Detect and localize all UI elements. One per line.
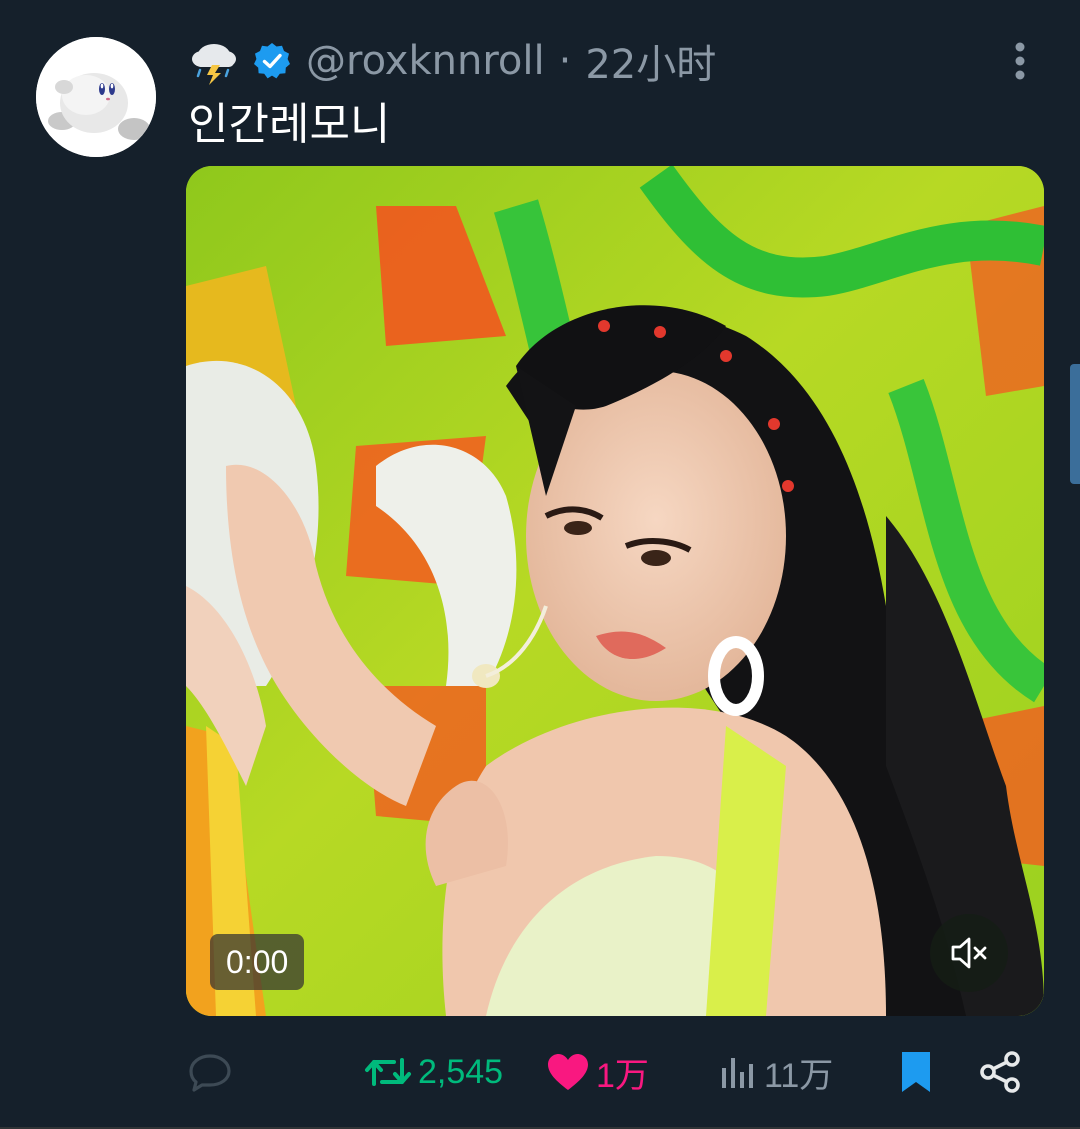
- tweet-text: 인간레모니: [188, 99, 391, 150]
- heart-icon: [548, 1054, 588, 1090]
- tweet[interactable]: @roxknnroll · 22小时 인간레모니 0:00 2,545 1万 1…: [0, 0, 1080, 1129]
- like-count: 1万: [596, 1056, 649, 1095]
- tweet-timestamp[interactable]: 22小时: [585, 32, 716, 90]
- reply-button[interactable]: [188, 1042, 238, 1102]
- bookmark-button[interactable]: [898, 1042, 934, 1102]
- tweet-actions: 2,545 1万 11万: [0, 1042, 1080, 1102]
- views-chart-icon: [722, 1058, 753, 1088]
- user-handle[interactable]: @roxknnroll: [306, 38, 545, 84]
- video-player[interactable]: 0:00: [186, 166, 1044, 1016]
- verified-badge-icon: [252, 41, 292, 81]
- views-button[interactable]: 11万: [718, 1042, 833, 1102]
- tweet-header: @roxknnroll · 22小时: [188, 36, 716, 88]
- retweet-icon: [365, 1058, 411, 1086]
- video-frame-image: [186, 166, 1044, 1016]
- views-count: 11万: [764, 1056, 834, 1095]
- scrollbar-thumb[interactable]: [1070, 364, 1080, 484]
- retweet-button[interactable]: 2,545: [364, 1042, 503, 1102]
- more-options-icon[interactable]: [1006, 40, 1034, 82]
- avatar[interactable]: [36, 37, 156, 157]
- speaker-muted-icon: [951, 937, 987, 969]
- mute-toggle-button[interactable]: [930, 914, 1008, 992]
- share-icon: [980, 1051, 1020, 1093]
- storm-cloud-icon: [188, 37, 240, 85]
- reply-icon: [189, 1054, 231, 1092]
- share-button[interactable]: [978, 1042, 1022, 1102]
- video-timestamp: 0:00: [210, 934, 305, 990]
- bookmark-icon: [902, 1052, 930, 1092]
- separator-dot: ·: [558, 38, 572, 84]
- retweet-count: 2,545: [418, 1052, 504, 1091]
- like-button[interactable]: 1万: [546, 1042, 649, 1102]
- kirby-avatar-image: [36, 37, 156, 157]
